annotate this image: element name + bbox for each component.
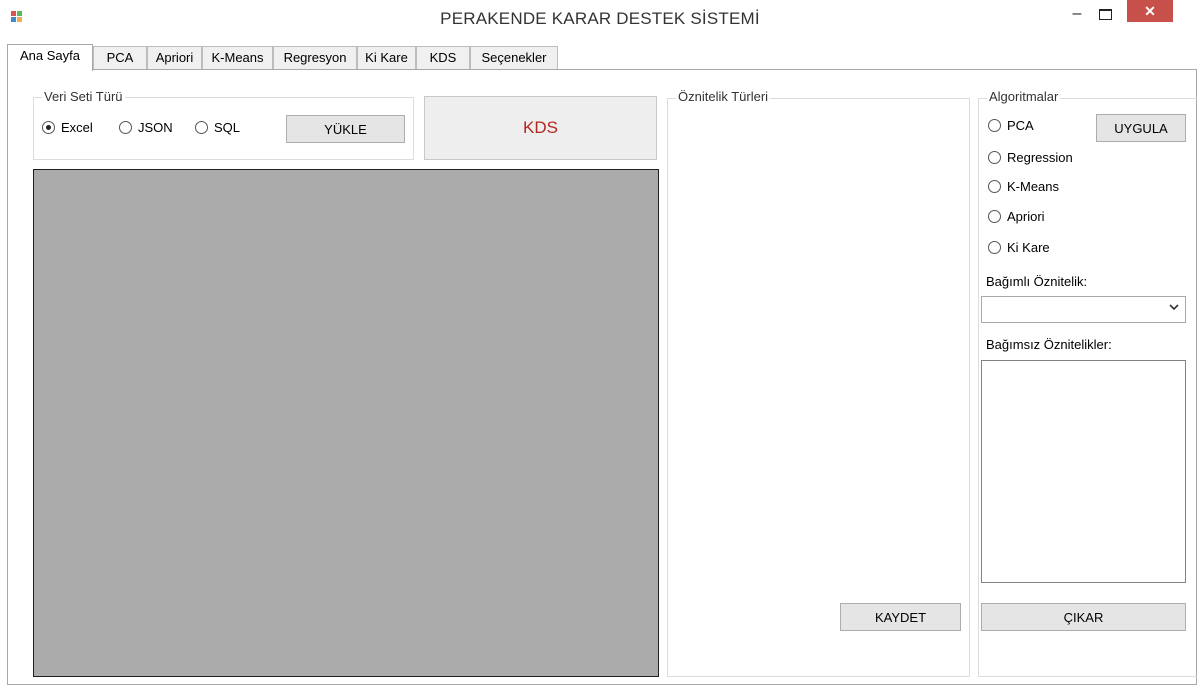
dependent-attribute-label: Bağımlı Öznitelik:	[986, 274, 1088, 289]
algorithms-legend: Algoritmalar	[987, 89, 1061, 104]
apply-button[interactable]: UYGULA	[1096, 114, 1186, 142]
remove-button[interactable]: ÇIKAR	[981, 603, 1186, 631]
radio-sql[interactable]: SQL	[195, 120, 240, 135]
radio-json-label: JSON	[138, 120, 173, 135]
radio-sql-label: SQL	[214, 120, 241, 135]
tab-k-means[interactable]: K-Means	[202, 46, 273, 70]
independent-attributes-label: Bağımsız Öznitelikler:	[986, 337, 1112, 352]
radio-checked-icon	[42, 121, 55, 134]
chevron-down-icon	[1169, 304, 1179, 311]
radio-icon	[988, 241, 1001, 254]
radio-apriori-label: Apriori	[1007, 209, 1045, 224]
tab-apriori[interactable]: Apriori	[147, 46, 202, 70]
window-title: PERAKENDE KARAR DESTEK SİSTEMİ	[440, 9, 760, 28]
data-grid[interactable]	[33, 169, 659, 677]
radio-icon	[988, 151, 1001, 164]
radio-ki-kare-label: Ki Kare	[1007, 240, 1050, 255]
maximize-button[interactable]	[1091, 4, 1119, 26]
radio-regression-label: Regression	[1007, 150, 1073, 165]
minimize-button[interactable]: –	[1063, 4, 1091, 26]
tab-pca[interactable]: PCA	[93, 46, 147, 70]
radio-k-means[interactable]: K-Means	[988, 179, 1059, 194]
tab-strip: Ana Sayfa PCA Apriori K-Means Regresyon …	[7, 44, 1197, 71]
maximize-icon	[1099, 9, 1112, 20]
radio-icon	[988, 180, 1001, 193]
radio-pca-label: PCA	[1007, 118, 1034, 133]
tab-regresyon[interactable]: Regresyon	[273, 46, 357, 70]
radio-regression[interactable]: Regression	[988, 150, 1073, 165]
radio-icon	[195, 121, 208, 134]
dataset-type-legend: Veri Seti Türü	[42, 89, 125, 104]
tab-ana-sayfa[interactable]: Ana Sayfa	[7, 44, 93, 71]
tab-secenekler[interactable]: Seçenekler	[470, 46, 558, 70]
radio-pca[interactable]: PCA	[988, 118, 1034, 133]
attribute-types-legend: Öznitelik Türleri	[676, 89, 771, 104]
tab-kds[interactable]: KDS	[416, 46, 470, 70]
close-button[interactable]: ✕	[1127, 0, 1173, 22]
save-button[interactable]: KAYDET	[840, 603, 961, 631]
attribute-types-group	[667, 98, 970, 677]
dependent-attribute-combobox[interactable]	[981, 296, 1186, 323]
radio-icon	[119, 121, 132, 134]
radio-apriori[interactable]: Apriori	[988, 209, 1045, 224]
radio-excel[interactable]: Excel	[42, 120, 93, 135]
load-button[interactable]: YÜKLE	[286, 115, 405, 143]
radio-k-means-label: K-Means	[1007, 179, 1060, 194]
tab-ki-kare[interactable]: Ki Kare	[357, 46, 416, 70]
radio-json[interactable]: JSON	[119, 120, 173, 135]
radio-icon	[988, 210, 1001, 223]
independent-attributes-listbox[interactable]	[981, 360, 1186, 583]
title-bar: PERAKENDE KARAR DESTEK SİSTEMİ – ✕	[0, 0, 1200, 40]
kds-button[interactable]: KDS	[424, 96, 657, 160]
radio-ki-kare[interactable]: Ki Kare	[988, 240, 1050, 255]
radio-icon	[988, 119, 1001, 132]
radio-excel-label: Excel	[61, 120, 93, 135]
